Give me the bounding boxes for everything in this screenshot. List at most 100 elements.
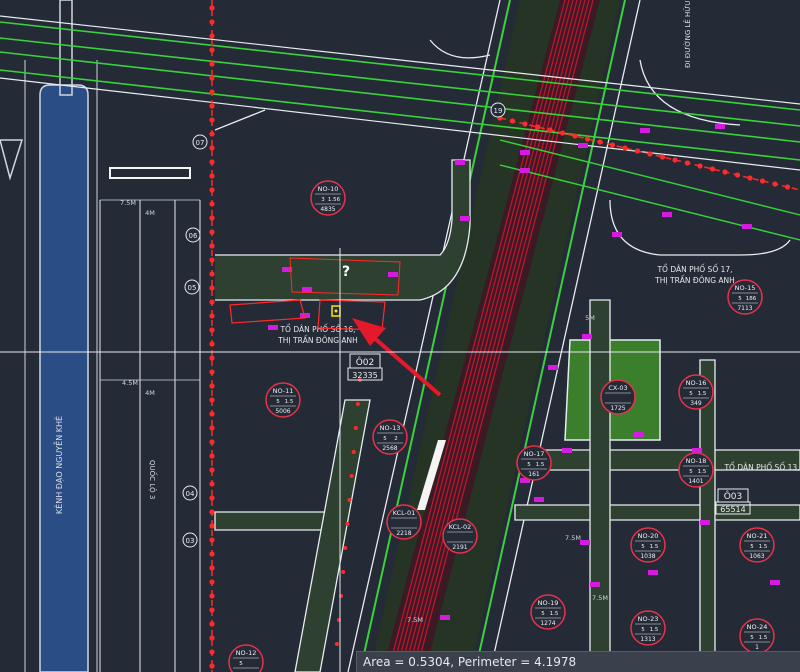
- node-marker-label: 19: [494, 107, 503, 115]
- cad-drawing-canvas[interactable]: 070605040319 4M4M7.5M4.5M5M7.5M7.5M7.5M …: [0, 0, 800, 672]
- boundary-marker-dot: [209, 551, 215, 557]
- boundary-marker-dot: [209, 369, 215, 375]
- node-marker: 06: [185, 227, 201, 243]
- parcel-area: 1: [755, 644, 759, 651]
- measure-status-bar: Area = 0.5304, Perimeter = 4.1978: [356, 651, 800, 672]
- magenta-tag: [692, 448, 702, 453]
- boundary-marker-dot: [345, 522, 350, 526]
- boundary-marker-dot: [697, 163, 703, 169]
- boundary-marker-dot: [547, 127, 553, 133]
- parcel-code: NO-13: [380, 424, 401, 432]
- boundary-marker-dot: [209, 453, 215, 459]
- boundary-marker-dot: [343, 546, 348, 550]
- parcel-label: NO-24 5 1.51: [739, 618, 775, 654]
- boundary-marker-dot: [209, 187, 215, 193]
- boundary-marker-dot: [209, 215, 215, 221]
- node-marker: 07: [192, 134, 208, 150]
- magenta-tag: [580, 540, 590, 545]
- measure-readout: Area = 0.5304, Perimeter = 4.1978: [363, 655, 577, 669]
- magenta-tag: [770, 580, 780, 585]
- boundary-marker-dot: [209, 579, 215, 585]
- parcel-area: 1038: [640, 553, 655, 560]
- parcel-code: NO-21: [747, 532, 768, 540]
- boundary-marker-dot: [209, 607, 215, 613]
- boundary-marker-dot: [209, 201, 215, 207]
- boundary-marker-dot: [209, 523, 215, 529]
- parcel-value-2: 1.5: [698, 469, 707, 475]
- boundary-marker-dot: [209, 565, 215, 571]
- boundary-marker-dot: [209, 509, 215, 515]
- parcel-code: NO-17: [524, 450, 545, 458]
- node-marker-label: 06: [189, 232, 198, 240]
- boundary-marker-dot: [209, 327, 215, 333]
- boundary-marker-dot: [209, 229, 215, 235]
- parcel-value-1: 5: [383, 436, 387, 442]
- node-marker-label: 03: [186, 537, 195, 545]
- cad-viewport[interactable]: 07 06 05 04 03 19 4M 4M 7.5M 4.5M 5M 7.5M 7.5M 7.5M …: [0, 0, 800, 672]
- magenta-tag: [582, 334, 592, 339]
- boundary-marker-dot: [209, 411, 215, 417]
- cell-area: 65514: [720, 505, 745, 514]
- zone-label-13: TỔ DÂN PHỐ SỐ 13,: [723, 462, 799, 472]
- parcel-value-2: 1.5: [650, 544, 659, 550]
- parcel-code: NO-15: [735, 284, 756, 292]
- boundary-marker-dot: [209, 397, 215, 403]
- magenta-tag: [742, 224, 752, 229]
- parcel-label: NO-11 5 1.5 5006: [265, 382, 301, 418]
- boundary-marker-dot: [722, 169, 728, 175]
- boundary-marker-dot: [209, 481, 215, 487]
- boundary-marker-dot: [209, 271, 215, 277]
- boundary-marker-dot: [209, 75, 215, 81]
- parcel-label: NO-13 5 2 2568: [372, 419, 408, 455]
- boundary-marker-dot: [634, 148, 641, 154]
- magenta-tag: [534, 497, 544, 502]
- boundary-marker-dot: [709, 166, 716, 172]
- parcel-value-2: 1.5: [285, 399, 294, 405]
- boundary-marker-dot: [209, 383, 215, 389]
- parcel-value-2: 1.5: [650, 627, 659, 633]
- boundary-marker-dot: [209, 89, 215, 95]
- local-road: [514, 504, 800, 521]
- parcel-label: NO-16 5 1.5 349: [678, 374, 714, 410]
- boundary-marker-dot: [209, 243, 215, 249]
- boundary-marker-dot: [209, 285, 215, 291]
- dimension-label: 7.5M: [407, 616, 423, 624]
- boundary-marker-dot: [622, 145, 628, 151]
- parcel-value-1: 5: [239, 661, 243, 667]
- boundary-marker-dot: [784, 184, 791, 190]
- selected-point-dot: [334, 309, 338, 313]
- parcel-area: 1063: [749, 553, 764, 560]
- local-road: [214, 511, 331, 531]
- boundary-marker-dot: [209, 467, 215, 473]
- parcel-label: NO-17 5 1.5 161: [516, 445, 552, 481]
- boundary-marker-dot: [509, 118, 516, 124]
- parcel-label: NO-21 5 1.5 1063: [739, 527, 775, 563]
- boundary-marker-dot: [209, 257, 215, 263]
- parcel-value-2: 1.5: [536, 462, 545, 468]
- boundary-marker-dot: [209, 663, 215, 669]
- parcel-value-2: 1.5: [698, 391, 707, 397]
- magenta-tag: [648, 570, 658, 575]
- parcel-code: NO-11: [273, 387, 294, 395]
- node-marker: 05: [184, 279, 200, 295]
- boundary-marker-dot: [349, 474, 354, 478]
- parcel-area: 2218: [396, 530, 411, 537]
- node-marker: 19: [490, 102, 506, 118]
- dimension-label: 7.5M: [592, 594, 608, 602]
- parcel-code: NO-24: [747, 623, 768, 631]
- parcel-label: NO-10 3 1.56 4835: [310, 180, 346, 216]
- boundary-marker-dot: [209, 117, 215, 123]
- boundary-marker-dot: [572, 133, 578, 139]
- parcel-area: 1274: [540, 620, 555, 627]
- boundary-marker-dot: [209, 145, 215, 151]
- boundary-marker-dot: [209, 439, 215, 445]
- boundary-marker-dot: [209, 33, 215, 39]
- boundary-marker-dot: [209, 313, 215, 319]
- parcel-label: KCL-02 2191: [442, 518, 478, 554]
- boundary-marker-dot: [209, 649, 215, 655]
- boundary-marker-dot: [209, 299, 215, 305]
- boundary-marker-dot: [597, 139, 603, 145]
- boundary-marker-dot: [672, 157, 678, 163]
- parcel-code: KCL-01: [393, 509, 416, 517]
- magenta-tag: [440, 615, 450, 620]
